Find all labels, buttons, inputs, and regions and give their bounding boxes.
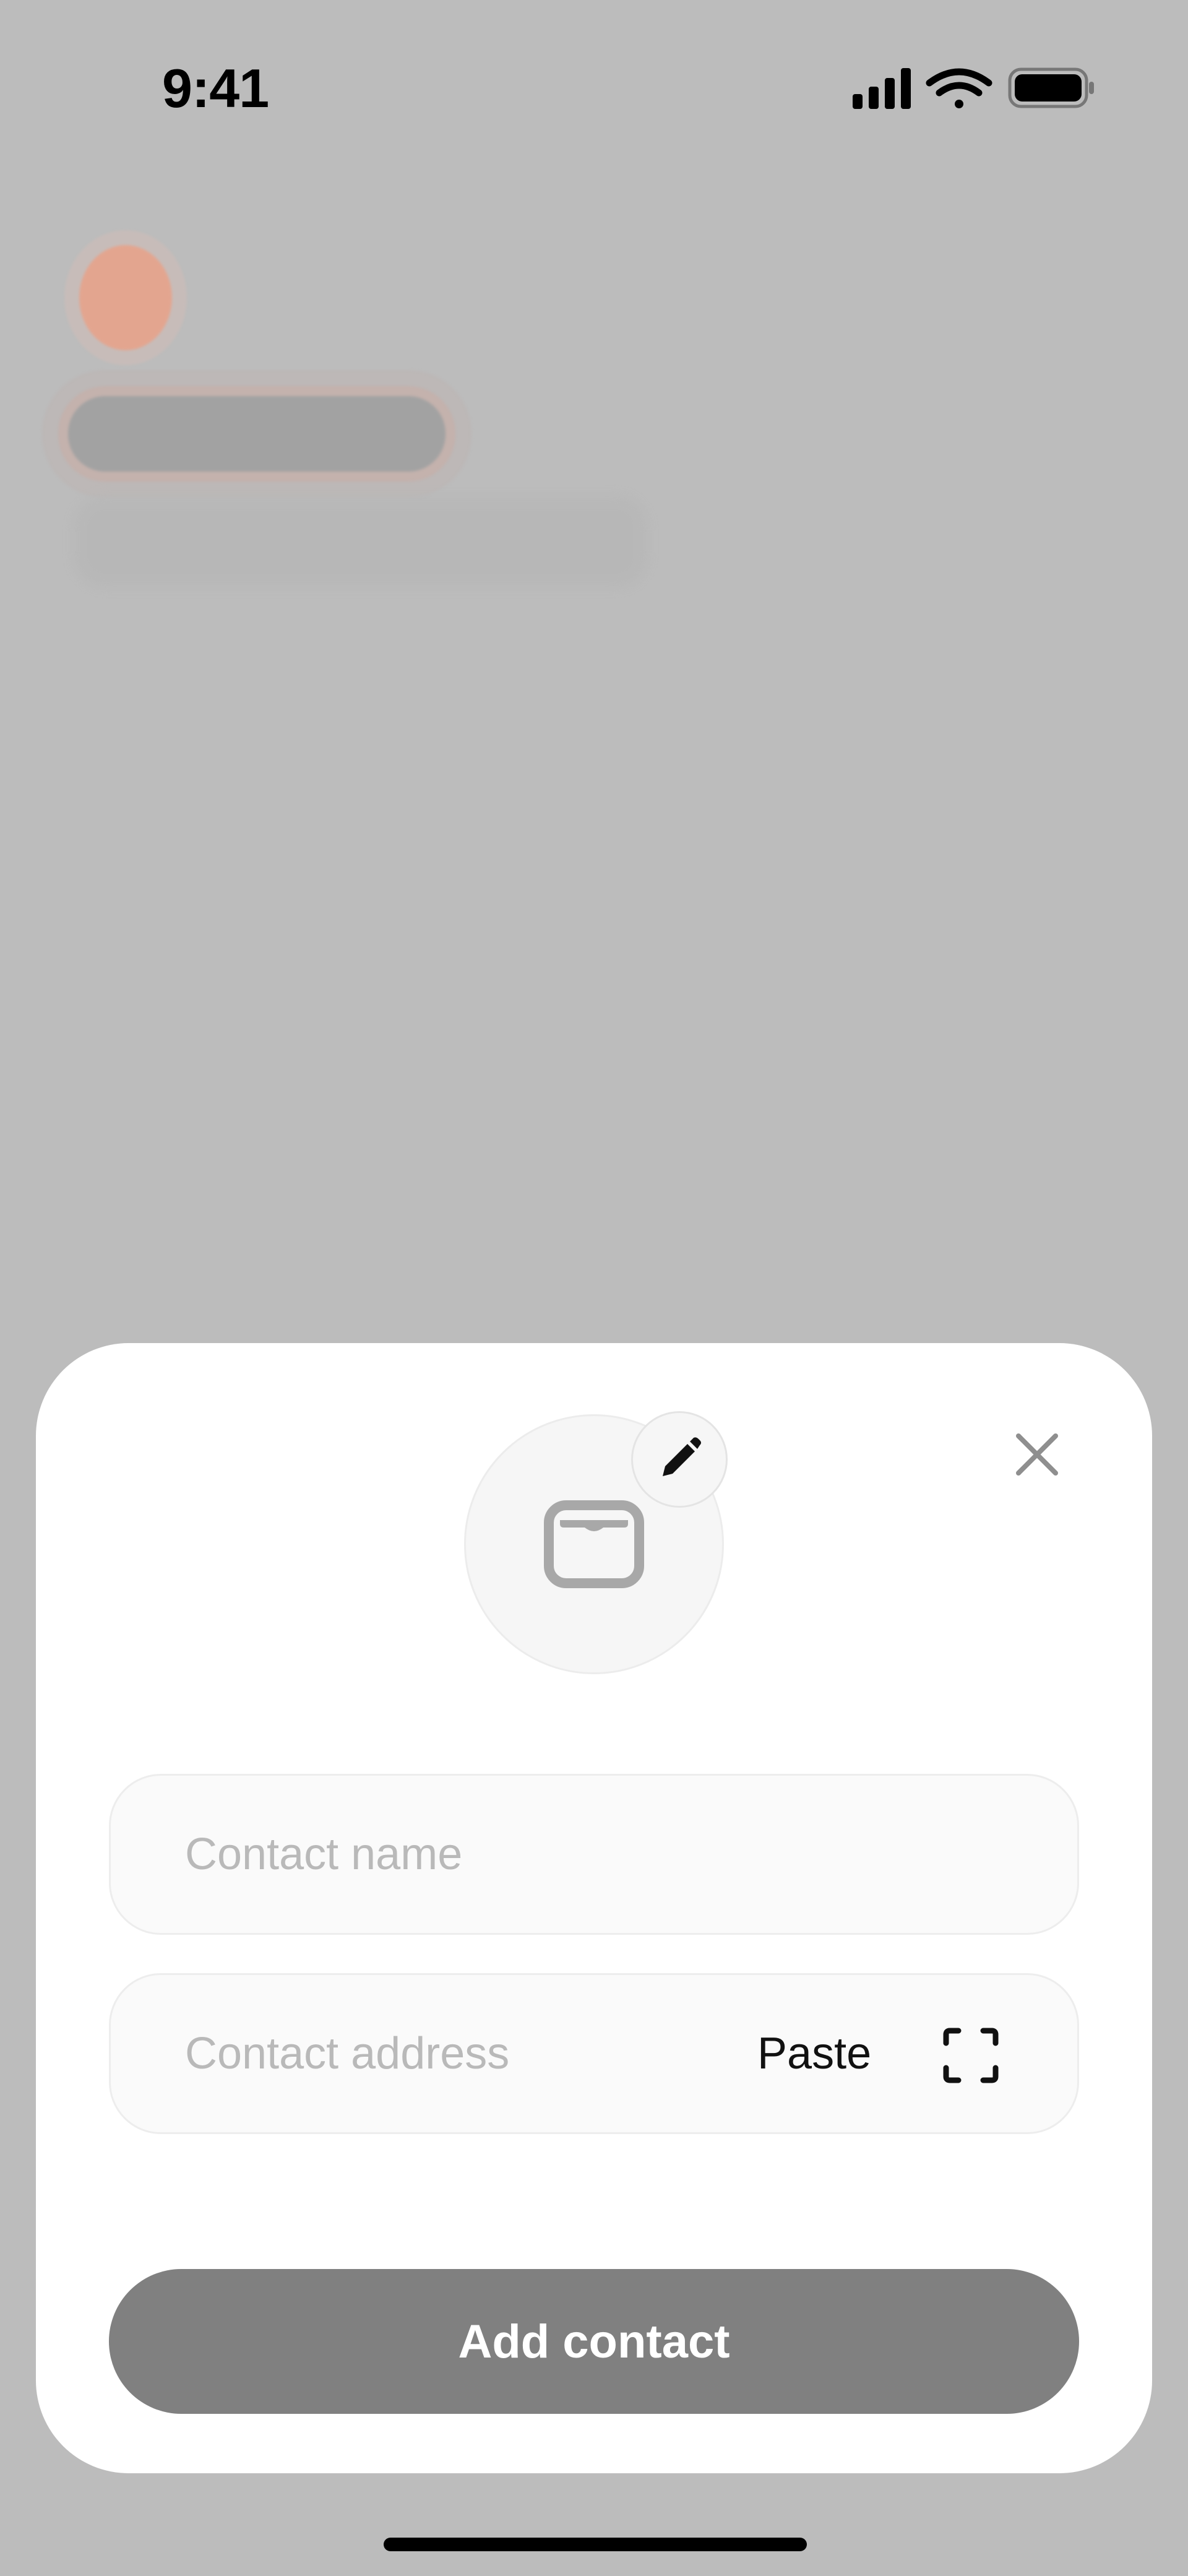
close-button[interactable] <box>1006 1424 1068 1485</box>
battery-icon <box>1008 67 1094 108</box>
contact-address-field[interactable]: Paste <box>109 1973 1079 2134</box>
status-time: 9:41 <box>162 58 269 119</box>
edit-avatar-button[interactable] <box>631 1411 728 1508</box>
wifi-icon <box>926 68 992 108</box>
wallet-icon <box>544 1500 644 1588</box>
scan-qr-icon <box>943 2028 999 2083</box>
scan-qr-button[interactable] <box>934 2018 1008 2093</box>
pencil-icon <box>663 1437 701 1476</box>
contact-name-input[interactable] <box>111 1776 1077 1933</box>
close-icon <box>1016 1433 1058 1476</box>
contact-name-field[interactable] <box>109 1774 1079 1935</box>
add-contact-button[interactable]: Add contact <box>109 2269 1079 2414</box>
add-contact-screen: 9:41 Contact name Contact address Paste … <box>0 0 1188 2576</box>
background-blurred-avatar <box>79 245 172 350</box>
background-blurred-text <box>73 495 648 588</box>
cellular-signal-icon <box>853 68 911 109</box>
status-icons <box>853 67 1094 109</box>
contact-address-input[interactable] <box>111 1975 705 2132</box>
background-blurred-bar <box>68 396 446 472</box>
home-indicator <box>384 2538 807 2551</box>
paste-button[interactable]: Paste <box>757 2013 871 2094</box>
